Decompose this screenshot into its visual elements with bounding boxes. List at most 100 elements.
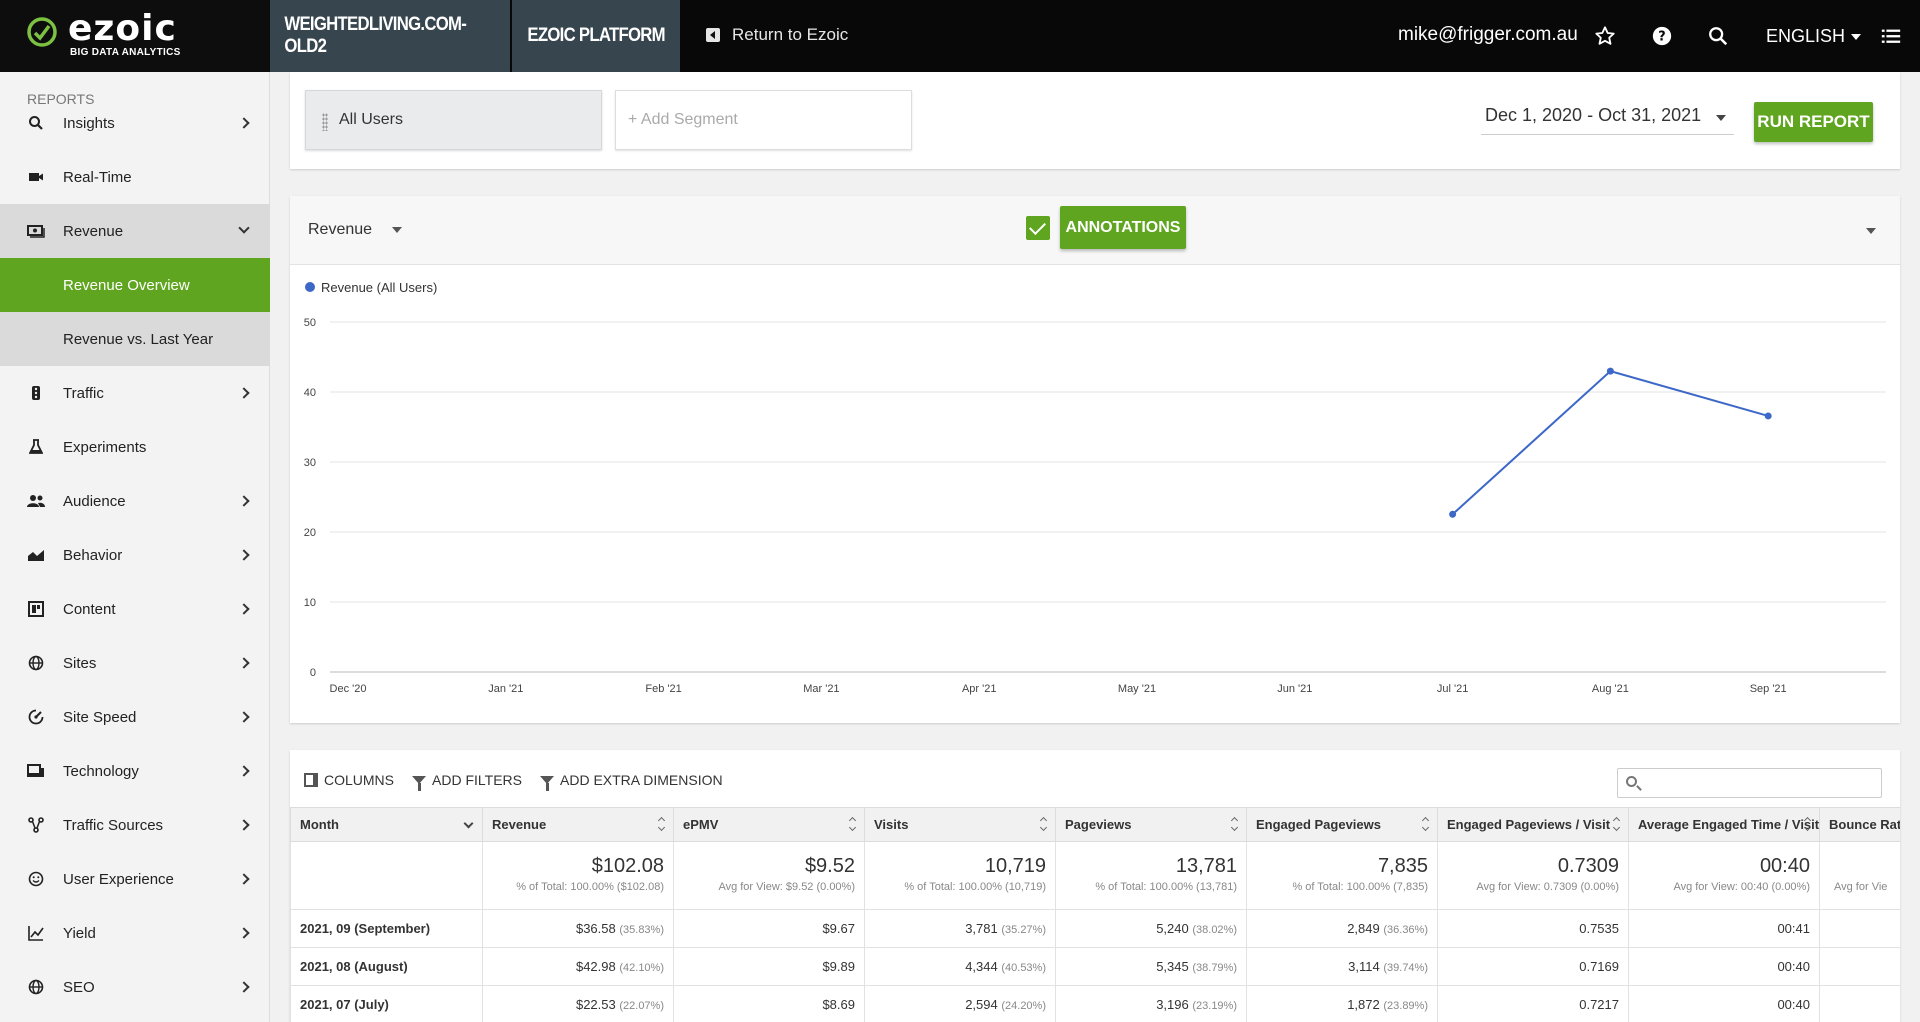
cell-percent: (42.10%) (619, 962, 664, 974)
x-tick-label: Dec '20 (330, 683, 367, 695)
cell-value: $9.67 (822, 921, 855, 936)
totals-cell: $9.52 Avg for View: $9.52 (0.00%) (673, 841, 865, 910)
language-selector[interactable]: ENGLISH (1766, 26, 1862, 47)
column-header[interactable]: Engaged Pageviews / Visit (1437, 807, 1629, 842)
segment-all-users[interactable]: All Users (305, 90, 602, 150)
tab-site[interactable]: WEIGHTEDLIVING.COM-OLD2 (270, 0, 510, 72)
add-segment-button[interactable]: + Add Segment (615, 90, 912, 150)
chevron-down-icon (1851, 33, 1862, 40)
totals-value: 10,719 (984, 855, 1046, 877)
sidebar-item-label: Revenue vs. Last Year (63, 330, 214, 348)
date-range-picker[interactable]: Dec 1, 2020 - Oct 31, 2021 (1481, 105, 1734, 135)
cell-value: 2021, 08 (August) (300, 959, 408, 974)
top-bar: ezoic BIG DATA ANALYTICS WEIGHTEDLIVING.… (0, 0, 1920, 72)
drag-handle-icon[interactable] (322, 113, 328, 131)
ezoic-logo[interactable]: ezoic BIG DATA ANALYTICS (0, 0, 270, 72)
sidebar-item-traffic[interactable]: Traffic (0, 366, 270, 420)
totals-value: 0.7309 (1557, 855, 1619, 877)
table-search-input[interactable] (1617, 768, 1882, 798)
sidebar-item-audience[interactable]: Audience (0, 474, 270, 528)
x-tick-label: May '21 (1118, 683, 1156, 695)
add-filters-button[interactable]: ADD FILTERS (412, 772, 522, 791)
totals-cell: Avg for Vie (1819, 841, 1900, 910)
table-cell: 0.7169 (1437, 947, 1629, 986)
run-report-button[interactable]: RUN REPORT (1754, 102, 1873, 142)
tab-platform[interactable]: EZOIC PLATFORM (512, 0, 680, 72)
back-arrow-icon (706, 28, 720, 42)
sidebar-item-real-time[interactable]: Real-Time (0, 150, 270, 204)
cell-value: 3,781 (965, 921, 998, 936)
sidebar-item-technology[interactable]: Technology (0, 744, 270, 798)
columns-label: COLUMNS (324, 772, 395, 788)
return-to-ezoic-link[interactable]: Return to Ezoic (706, 25, 848, 45)
annotations-checkbox[interactable] (1026, 216, 1050, 240)
menu-icon[interactable] (1879, 24, 1903, 48)
sidebar-item-site-speed[interactable]: Site Speed (0, 690, 270, 744)
column-header[interactable]: Revenue (482, 807, 674, 842)
sidebar-item-label: User Experience (63, 870, 174, 888)
help-icon[interactable]: ? (1650, 24, 1674, 48)
sidebar-item-traffic-sources[interactable]: Traffic Sources (0, 798, 270, 852)
sidebar-item-revenue[interactable]: Revenue (0, 204, 270, 258)
data-point (1449, 510, 1457, 518)
sidebar-item-behavior[interactable]: Behavior (0, 528, 270, 582)
totals-value: 00:40 (1759, 855, 1810, 877)
table-row[interactable]: 2021, 08 (August) $42.98 (42.10%) $9.89 4,3… (290, 947, 1900, 986)
cell-value: 00:41 (1777, 921, 1810, 936)
data-point (1764, 412, 1772, 420)
column-header[interactable]: Pageviews (1055, 807, 1247, 842)
column-header[interactable]: Bounce Rate (1819, 807, 1900, 842)
y-tick-label: 20 (304, 527, 316, 539)
totals-row: $102.08 % of Total: 100.00% ($102.08) $9.5… (290, 841, 1900, 910)
globe-icon (27, 978, 45, 996)
sidebar-item-label: Experiments (63, 438, 147, 456)
sidebar-item-revenue-vs-last-year[interactable]: Revenue vs. Last Year (0, 312, 270, 366)
totals-value: 13,781 (1175, 855, 1237, 877)
totals-subtext: % of Total: 100.00% (7,835) (1292, 881, 1428, 893)
sidebar-item-label: Revenue (63, 222, 124, 240)
chevron-down-icon (463, 818, 474, 829)
totals-cell: 7,835 % of Total: 100.00% (7,835) (1246, 841, 1438, 910)
sidebar-item-experiments[interactable]: Experiments (0, 420, 270, 474)
totals-value: $102.08 (591, 855, 664, 877)
sidebar-item-user-experience[interactable]: User Experience (0, 852, 270, 906)
columns-button[interactable]: COLUMNS (304, 772, 394, 788)
add-extra-dimension-button[interactable]: ADD EXTRA DIMENSION (540, 772, 723, 791)
sidebar-item-content[interactable]: Content (0, 582, 270, 636)
totals-cell: 00:40 Avg for View: 00:40 (0.00%) (1628, 841, 1820, 910)
column-header[interactable]: ePMV (673, 807, 865, 842)
column-header[interactable]: Month (290, 807, 483, 842)
sidebar-item-label: Audience (63, 492, 126, 510)
sidebar-item-sites[interactable]: Sites (0, 636, 270, 690)
sidebar-item-revenue-overview[interactable]: Revenue Overview (0, 258, 270, 312)
smiley-icon (27, 870, 45, 888)
star-icon[interactable] (1593, 24, 1617, 48)
totals-subtext: Avg for View: 00:40 (0.00%) (1673, 881, 1810, 893)
brand-name: ezoic (68, 8, 177, 49)
sidebar-item-seo[interactable]: SEO (0, 960, 270, 1014)
chart-options-chevron-icon[interactable] (1866, 228, 1876, 234)
sidebar-item-label: Site Speed (63, 708, 137, 726)
search-icon[interactable] (1706, 24, 1730, 48)
sort-icon (1423, 818, 1429, 830)
sidebar-item-yield[interactable]: Yield (0, 906, 270, 960)
cell-value: 5,345 (1156, 959, 1189, 974)
column-header[interactable]: Engaged Pageviews (1246, 807, 1438, 842)
annotations-button[interactable]: ANNOTATIONS (1060, 206, 1186, 249)
column-header-label: Pageviews (1065, 817, 1132, 832)
user-email[interactable]: mike@frigger.com.au (1398, 24, 1578, 46)
totals-subtext: Avg for Vie (1834, 881, 1888, 893)
metric-selector[interactable]: Revenue (308, 221, 403, 239)
sidebar-item-insights[interactable]: Insights (0, 96, 270, 150)
cell-value: 2021, 09 (September) (300, 921, 431, 936)
table-row[interactable]: 2021, 07 (July) $22.53 (22.07%) $8.69 2,594… (290, 985, 1900, 1022)
sidebar-item-label: Technology (63, 762, 139, 780)
chevron-right-icon (238, 873, 250, 885)
sort-icon (1232, 818, 1238, 830)
table-toolbar: COLUMNS ADD FILTERS ADD EXTRA DIMENSION (304, 772, 723, 791)
cell-percent: (35.27%) (1001, 924, 1046, 936)
column-header[interactable]: Visits (864, 807, 1056, 842)
flask-icon (27, 438, 45, 456)
table-row[interactable]: 2021, 09 (September) $36.58 (35.83%) $9.67… (290, 909, 1900, 948)
column-header[interactable]: Average Engaged Time / Visit (1628, 807, 1820, 842)
